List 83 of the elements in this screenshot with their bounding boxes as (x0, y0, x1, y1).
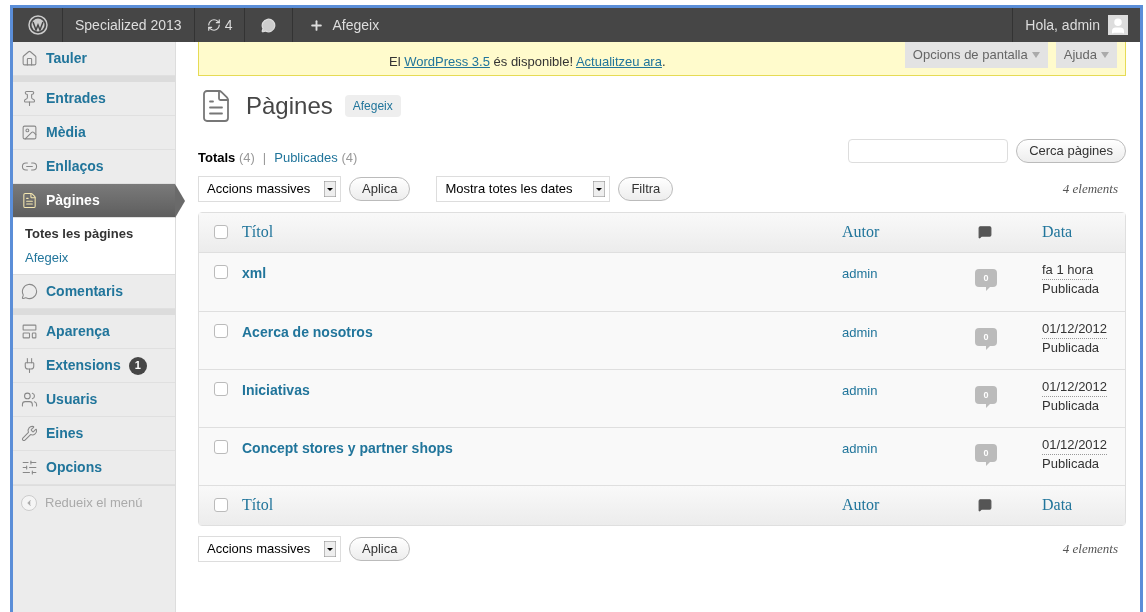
pages-icon (21, 192, 38, 209)
date-text: fa 1 hora (1042, 260, 1094, 280)
sidebar-item[interactable]: Comentaris (13, 275, 175, 309)
notice-text: El WordPress 3.5 és disponible! Actualitzeu ara. (389, 52, 666, 71)
dropdown[interactable]: Mostra totes les dates (436, 175, 611, 202)
logo-icon[interactable] (27, 15, 48, 35)
checkbox[interactable] (213, 225, 228, 239)
screen-tab[interactable]: Ajuda (1055, 42, 1117, 68)
status-text: Publicada (1042, 279, 1101, 298)
column-header[interactable]: Títol (242, 496, 274, 513)
page-title-link[interactable]: Concept stores y partner shops (242, 439, 453, 456)
column-header[interactable]: Autor (842, 496, 880, 513)
sidebar-item[interactable]: Tauler (13, 42, 175, 76)
checkbox[interactable] (213, 264, 228, 279)
date-text: 01/12/2012 (1042, 377, 1108, 397)
page-title: Pàgines (246, 91, 333, 121)
refresh-icon (206, 18, 221, 32)
dropdown-arrow-icon (593, 180, 606, 197)
plus-icon (309, 17, 325, 33)
speech-bubble-icon (21, 283, 38, 300)
page-title-link[interactable]: Acerca de nosotros (242, 323, 373, 340)
date-text: 01/12/2012 (1042, 319, 1108, 339)
dropdown-arrow-icon (1031, 52, 1040, 58)
apply-button[interactable]: Aplica (349, 536, 411, 561)
filter-button[interactable]: Filtra (618, 176, 674, 201)
checkbox[interactable] (213, 323, 228, 338)
status-text: Publicada (1042, 338, 1101, 357)
avatar-icon (1108, 15, 1128, 35)
search-button[interactable]: Cerca pàgines (1016, 138, 1126, 163)
collapse-icon (21, 494, 37, 511)
submenu-item[interactable]: Afegeix (13, 246, 175, 270)
comments-icon[interactable] (261, 17, 277, 33)
author-link[interactable]: admin (842, 440, 878, 456)
page-title-link[interactable]: Iniciativas (242, 381, 310, 398)
notice-link[interactable]: Actualitzeu ara (575, 53, 662, 69)
count-badge: 1 (128, 356, 147, 375)
column-header[interactable]: Autor (842, 223, 880, 240)
column-header[interactable]: Data (1042, 223, 1073, 240)
apply-button[interactable]: Aplica (349, 176, 411, 201)
status-text: Publicada (1042, 454, 1101, 473)
page-title-link[interactable]: xml (242, 264, 267, 281)
column-header[interactable]: Data (1042, 496, 1073, 513)
date-text: 01/12/2012 (1042, 435, 1108, 455)
dropdown[interactable]: Accions massives (198, 535, 341, 562)
media-icon (21, 124, 38, 141)
view-filter-link[interactable]: Publicades (4) (274, 148, 358, 168)
pin-icon (21, 90, 38, 107)
author-link[interactable]: admin (842, 324, 878, 340)
sidebar-item[interactable]: Opcions (13, 451, 175, 485)
checkbox[interactable] (213, 439, 228, 454)
author-link[interactable]: admin (842, 265, 878, 281)
screen-tab[interactable]: Opcions de pantalla (904, 42, 1048, 68)
comments-icon (978, 225, 992, 239)
users-icon (21, 391, 38, 408)
comments-icon (978, 498, 992, 512)
sidebar-item[interactable]: Eines (13, 417, 175, 451)
item-count: 4 elements (1062, 539, 1119, 558)
dropdown-arrow-icon (1101, 52, 1109, 58)
new-link[interactable]: Afegeix (293, 8, 396, 42)
dropdown-arrow-icon (324, 180, 336, 197)
sidebar-item[interactable]: Entrades (13, 82, 175, 116)
checkbox[interactable] (213, 498, 228, 512)
search-field[interactable] (848, 138, 1009, 163)
dropdown[interactable]: Accions massives (198, 175, 341, 202)
add-new-button[interactable]: Afegeix (344, 95, 401, 117)
column-header[interactable]: Títol (242, 223, 274, 240)
item-count: 4 elements (1062, 179, 1119, 198)
author-link[interactable]: admin (842, 382, 878, 398)
view-filter-link[interactable]: Totals (4) (198, 148, 255, 168)
sidebar-item[interactable]: Mèdia (13, 116, 175, 150)
home-icon (21, 50, 38, 67)
submenu-item[interactable]: Totes les pàgines (13, 222, 175, 246)
settings-icon (21, 459, 38, 476)
checkbox[interactable] (213, 381, 228, 396)
sidebar-item[interactable]: Usuaris (13, 383, 175, 417)
dropdown-arrow-icon (324, 540, 336, 557)
sidebar-item[interactable]: Aparença (13, 315, 175, 349)
status-text: Publicada (1042, 396, 1101, 415)
sidebar-item[interactable]: Extensions 1 (13, 349, 175, 383)
tools-icon (21, 425, 38, 442)
view-separator: | (262, 149, 267, 167)
layout-icon (21, 323, 38, 340)
notice-link[interactable]: WordPress 3.5 (404, 53, 490, 69)
